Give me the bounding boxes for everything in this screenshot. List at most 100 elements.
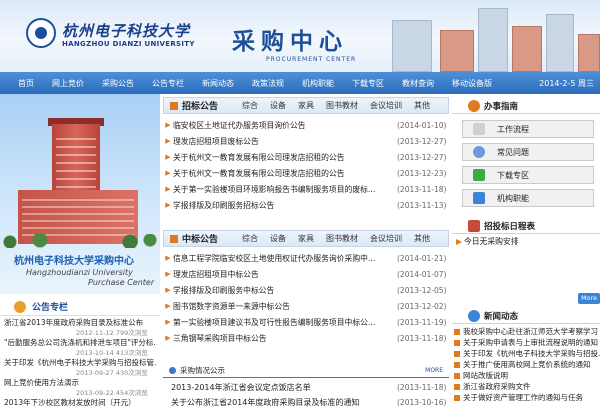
list-item-title[interactable]: 临安校区土地证代办服务项目询价公告	[173, 120, 397, 131]
list-item-title[interactable]: 关于杭州文一教育发展有限公司理发店招租的公告	[173, 152, 397, 163]
list-item[interactable]: 关于印发《杭州电子科技大学采购与招投标管... 2013-09-27 430次浏…	[4, 358, 156, 378]
functions-button[interactable]: 机构职能	[462, 189, 594, 207]
nav-mobile[interactable]: 移动设备版	[443, 78, 501, 89]
list-item[interactable]: 浙江省2013年度政府采购目录及标准公布 2012-11-12 799次浏览	[4, 318, 156, 338]
list-item-title[interactable]: 关于第一实验楼项目环境影响报告书编制服务项目的废标...	[173, 184, 397, 195]
header-building-graphic	[578, 34, 600, 72]
bullet-icon	[454, 328, 460, 335]
list-item-date: (2014-01-21)	[397, 253, 447, 263]
list-item-title[interactable]: 2013年下沙校区教材发放时间（开元）	[4, 398, 156, 408]
flag-icon	[170, 234, 178, 243]
list-item-title[interactable]: 理发店招租项目中标公告	[173, 269, 397, 280]
list-item-title[interactable]: 三角钢琴采购项目中标公告	[173, 333, 397, 344]
tab-furniture[interactable]: 家具	[292, 233, 320, 244]
list-item-title[interactable]: 理发店招租项目废标公告	[173, 136, 397, 147]
list-item[interactable]: ▶ 关于杭州文一教育发展有限公司理发店招租的公告 (2013-12-23)	[163, 165, 449, 181]
list-item[interactable]: "后勤服务总公司洗涤机和排泄车项目"评分标... 2013-10-14 413次…	[4, 338, 156, 358]
arrow-icon: ▶	[456, 237, 462, 246]
list-item-title[interactable]: 关于印发《杭州电子科技大学采购与招投标管...	[4, 358, 156, 368]
bulletin-title: 公告专栏	[32, 303, 69, 313]
nav-downloads[interactable]: 下载专区	[343, 78, 393, 89]
list-item-meta: 2013-09-22 454次浏览	[76, 389, 148, 397]
list-item[interactable]: 网站改版说明	[454, 370, 600, 381]
more-button[interactable]: More	[578, 293, 600, 304]
list-item-title[interactable]: 浙江省政府采购文件	[463, 381, 531, 392]
tab-other[interactable]: 其他	[408, 100, 436, 111]
list-item[interactable]: 我校采购中心赴往浙江师范大学考察学习	[454, 326, 600, 337]
list-item[interactable]: ▶ 学报排版及印刷服务中标公告 (2013-12-05)	[163, 282, 449, 298]
list-item-title[interactable]: 第一实验楼项目建议书及可行性报告编制服务项目中标公...	[173, 317, 397, 328]
list-item-title[interactable]: 关于采购申请表与上审批流程说明的通知	[463, 337, 598, 348]
list-item-title[interactable]: 信息工程学院临安校区土地使用权证代办服务询价采购中...	[173, 253, 397, 264]
current-date: 2014-2-5 周三	[539, 78, 594, 88]
list-item-title[interactable]: 关于印发《杭州电子科技大学采购与招投...	[463, 348, 600, 359]
list-item[interactable]: 关于公布浙江省2014年度政府采购目录及标准的通知 (2013-10-16)	[163, 395, 449, 410]
list-item-title[interactable]: 2013-2014年浙江省会议定点饭店名单	[163, 382, 397, 393]
list-item-title[interactable]: 关于公布浙江省2014年度政府采购目录及标准的通知	[163, 397, 397, 408]
list-item[interactable]: 2013-2014年浙江省会议定点饭店名单 (2013-11-18)	[163, 380, 449, 395]
tab-general[interactable]: 综合	[236, 233, 264, 244]
list-item-title[interactable]: 关于做好资产管理工作的通知与任务	[463, 392, 583, 403]
list-item[interactable]: ▶ 理发店招租项目废标公告 (2013-12-27)	[163, 133, 449, 149]
list-item[interactable]: ▶ 关于第一实验楼项目环境影响报告书编制服务项目的废标... (2013-11-18…	[163, 181, 449, 197]
tab-books[interactable]: 图书教材	[320, 233, 364, 244]
list-item[interactable]: ▶ 学报排版及印刷服务招标公告 (2013-11-13)	[163, 197, 449, 213]
nav-bulletin[interactable]: 公告专栏	[143, 78, 193, 89]
list-item[interactable]: 关于推广使用高校网上竞价系统的通知	[454, 359, 600, 370]
nav-policies[interactable]: 政策法规	[243, 78, 293, 89]
tab-other[interactable]: 其他	[408, 233, 436, 244]
bullet-icon	[454, 394, 460, 401]
site-title-cn: 采购中心	[232, 28, 348, 55]
tab-equipment[interactable]: 设备	[264, 100, 292, 111]
globe-icon	[468, 309, 480, 322]
list-item[interactable]: ▶ 信息工程学院临安校区土地使用权证代办服务询价采购中... (2014-01-21…	[163, 250, 449, 266]
award-list: ▶ 信息工程学院临安校区土地使用权证代办服务询价采购中... (2014-01-21…	[163, 247, 449, 346]
university-name-cn: 杭州电子科技大学	[62, 22, 191, 40]
more-link[interactable]: MORE	[425, 367, 449, 374]
list-item-title[interactable]: 网站改版说明	[463, 370, 508, 381]
tab-general[interactable]: 综合	[236, 100, 264, 111]
list-item-title[interactable]: 关于推广使用高校网上竞价系统的通知	[463, 359, 591, 370]
list-item[interactable]: 关于采购申请表与上审批流程说明的通知	[454, 337, 600, 348]
document-icon	[473, 123, 485, 135]
tab-furniture[interactable]: 家具	[292, 100, 320, 111]
downloads-button[interactable]: 下载专区	[462, 166, 594, 184]
workflow-button[interactable]: 工作流程	[462, 120, 594, 138]
tab-books[interactable]: 图书教材	[320, 100, 364, 111]
list-item-title[interactable]: 浙江省2013年度政府采购目录及标准公布	[4, 318, 156, 328]
nav-home[interactable]: 首页	[0, 78, 43, 89]
tab-meetings[interactable]: 会议培训	[364, 233, 408, 244]
nav-procurement-notices[interactable]: 采购公告	[93, 78, 143, 89]
list-item[interactable]: ▶ 三角钢琴采购项目中标公告 (2013-11-18)	[163, 330, 449, 346]
tab-meetings[interactable]: 会议培训	[364, 100, 408, 111]
nav-textbook-query[interactable]: 教材查询	[393, 78, 443, 89]
list-item-title[interactable]: 图书馆数字资源单一来源中标公告	[173, 301, 397, 312]
list-item-title[interactable]: 学报排版及印刷服务中标公告	[173, 285, 397, 296]
list-item-title[interactable]: 网上竞价使用方法演示	[4, 378, 156, 388]
list-item-title[interactable]: "后勤服务总公司洗涤机和排泄车项目"评分标...	[4, 338, 156, 348]
list-item[interactable]: ▶ 临安校区土地证代办服务项目询价公告 (2014-01-10)	[163, 117, 449, 133]
bidding-title: 招标公告	[182, 102, 219, 112]
list-item-title[interactable]: 我校采购中心赴往浙江师范大学考察学习	[463, 326, 598, 337]
nav-online-bidding[interactable]: 网上竞价	[43, 78, 93, 89]
arrow-icon: ▶	[165, 302, 171, 310]
list-item[interactable]: ▶ 图书馆数字资源单一来源中标公告 (2013-12-02)	[163, 298, 449, 314]
list-item-title[interactable]: 关于杭州文一教育发展有限公司理发店招租的公告	[173, 168, 397, 179]
list-item[interactable]: 网上竞价使用方法演示 2013-09-22 454次浏览	[4, 378, 156, 398]
bullet-icon	[454, 372, 460, 379]
list-item[interactable]: 关于印发《杭州电子科技大学采购与招投...	[454, 348, 600, 359]
list-item[interactable]: ▶ 关于杭州文一教育发展有限公司理发店招租的公告 (2013-12-27)	[163, 149, 449, 165]
megaphone-icon	[14, 300, 26, 313]
nav-news[interactable]: 新闻动态	[193, 78, 243, 89]
list-item[interactable]: ▶ 理发店招租项目中标公告 (2014-01-07)	[163, 266, 449, 282]
list-item[interactable]: 2013年下沙校区教材发放时间（开元）	[4, 398, 156, 408]
faq-button[interactable]: 常见问题	[462, 143, 594, 161]
university-name-en: HANGZHOU DIANZI UNIVERSITY	[62, 40, 195, 48]
list-item[interactable]: 关于做好资产管理工作的通知与任务	[454, 392, 600, 403]
list-item-title[interactable]: 学报排版及印刷服务招标公告	[173, 200, 397, 211]
arrow-icon: ▶	[165, 270, 171, 278]
list-item[interactable]: 浙江省政府采购文件	[454, 381, 600, 392]
list-item[interactable]: ▶ 第一实验楼项目建议书及可行性报告编制服务项目中标公... (2013-11-19…	[163, 314, 449, 330]
nav-functions[interactable]: 机构职能	[293, 78, 343, 89]
tab-equipment[interactable]: 设备	[264, 233, 292, 244]
